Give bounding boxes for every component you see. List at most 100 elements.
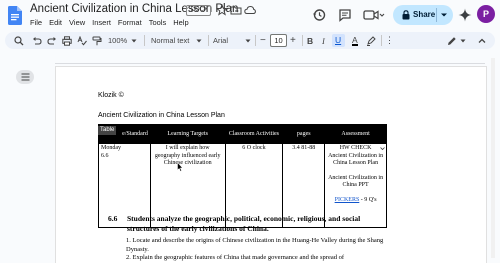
toolbar-divider [144, 35, 145, 46]
dropdown-arrow-icon [460, 39, 466, 42]
docx-badge: .DOCX [186, 5, 212, 16]
paint-format-icon [92, 36, 102, 45]
table-tooltip: Table [98, 126, 117, 135]
sparkle-icon [458, 8, 472, 22]
italic-label: I [322, 35, 325, 46]
pickers-link[interactable]: PICKERS [335, 197, 360, 203]
document-outline-button[interactable] [16, 70, 34, 84]
font-size-input[interactable]: 10 [270, 34, 287, 47]
author-line: Klozik © [98, 92, 124, 99]
paint-format-button[interactable] [92, 35, 102, 46]
row-standard: 6.6 [101, 152, 109, 159]
assess-pickers: PICKERS - 9 Q's [327, 197, 384, 205]
meet-button[interactable] [362, 6, 386, 24]
underline-label: U [335, 35, 342, 45]
highlight-button[interactable] [366, 35, 376, 46]
comments-button[interactable] [336, 6, 354, 24]
version-history-button[interactable] [310, 6, 328, 24]
toolbar-divider [255, 35, 256, 46]
undo-icon [33, 36, 42, 45]
plan-title: Ancient Civilization in China Lesson Pla… [98, 112, 225, 119]
standard-heading: Students analyze the geographic, politic… [127, 214, 387, 234]
decrease-font-size-button[interactable]: − [260, 35, 266, 46]
vertical-scrollbar[interactable] [491, 58, 495, 258]
print-button[interactable] [62, 35, 72, 46]
pencil-icon [448, 36, 456, 45]
highlighter-icon [367, 35, 376, 46]
share-button[interactable]: Share [393, 5, 453, 25]
increase-font-size-button[interactable]: + [290, 35, 296, 46]
bold-button[interactable]: B [307, 35, 313, 46]
horizontal-ruler[interactable] [55, 56, 485, 64]
header-pages[interactable]: pages [282, 124, 326, 144]
title-bar: Ancient Civilization in China Lesson Pla… [0, 0, 500, 30]
text-color-button[interactable]: A [352, 35, 358, 46]
search-icon [14, 35, 24, 45]
menu-insert[interactable]: Insert [92, 18, 111, 27]
menu-format[interactable]: Format [118, 18, 142, 27]
assess-hw-check: HW CHECK [339, 145, 372, 151]
avatar[interactable]: P [477, 5, 495, 23]
video-camera-icon [363, 10, 385, 20]
more-vert-icon: ⋮ [385, 35, 394, 45]
lock-icon [402, 10, 410, 20]
pickers-tail: - 9 Q's [359, 196, 377, 203]
underline-button[interactable]: U [332, 34, 345, 47]
menu-bar: File Edit View Insert Format Tools Help [30, 18, 196, 27]
star-icon[interactable] [216, 4, 228, 16]
comment-icon [339, 9, 351, 22]
zoom-value: 100% [108, 36, 128, 45]
toolbar-divider [302, 35, 303, 46]
menu-edit[interactable]: Edit [49, 18, 62, 27]
redo-icon [47, 36, 56, 45]
header-learning-targets[interactable]: Learning Targets [149, 124, 226, 144]
chevron-up-icon [478, 38, 486, 43]
redo-button[interactable] [47, 35, 57, 46]
move-folder-icon[interactable] [230, 4, 242, 16]
dropdown-arrow-icon [245, 39, 251, 42]
row-date: Monday [101, 145, 121, 151]
standard-item-2: 2. Explain the geographic features of Ch… [126, 254, 345, 261]
plus-icon: + [290, 35, 296, 46]
assess-ppt: Ancient Civilization in China PPT [328, 174, 384, 189]
standard-item-1: 1. Locate and describe the origins of Ch… [126, 237, 384, 253]
history-icon [313, 9, 326, 21]
italic-button[interactable]: I [322, 35, 325, 46]
text-color-icon: A [352, 34, 358, 46]
gemini-button[interactable] [456, 6, 474, 24]
menu-view[interactable]: View [69, 18, 85, 27]
zoom-select[interactable]: 100% [108, 35, 138, 46]
toolbar-divider [381, 35, 382, 46]
cell-menu-chevron-icon[interactable] [380, 146, 385, 151]
table-header-row: e/Standard Learning Targets Classroom Ac… [98, 124, 387, 144]
toolbar-divider [208, 35, 209, 46]
header-classroom-activities[interactable]: Classroom Activities [224, 124, 284, 144]
spellcheck-button[interactable] [77, 35, 87, 46]
share-label: Share [413, 10, 436, 19]
menu-file[interactable]: File [30, 18, 42, 27]
cloud-saved-icon[interactable] [244, 4, 256, 16]
lesson-plan-table[interactable]: e/Standard Learning Targets Classroom Ac… [98, 124, 387, 228]
print-icon [62, 35, 72, 46]
collapse-toolbar-button[interactable] [477, 35, 487, 46]
font-select[interactable]: Arial [213, 35, 252, 46]
share-divider [436, 8, 437, 22]
mouse-pointer-icon [177, 162, 183, 172]
menu-help[interactable]: Help [173, 18, 188, 27]
editing-mode-button[interactable] [447, 35, 467, 46]
more-options-button[interactable]: ⋮ [385, 35, 394, 46]
dropdown-arrow-icon [131, 39, 137, 42]
standard-number: 6.6 [108, 214, 118, 223]
assess-lesson-plan: Ancient Civilization in China Lesson Pla… [328, 152, 384, 167]
menu-tools[interactable]: Tools [149, 18, 167, 27]
search-menus-button[interactable] [14, 35, 24, 46]
undo-button[interactable] [32, 35, 42, 46]
style-select[interactable]: Normal text [151, 35, 203, 46]
docs-logo-icon[interactable] [8, 6, 22, 25]
header-assessment[interactable]: Assessment [324, 124, 387, 144]
chevron-down-icon[interactable] [440, 11, 448, 19]
bold-label: B [307, 35, 314, 46]
formatting-toolbar: 100% Normal text Arial − 10 + B I U A ⋮ [5, 32, 495, 49]
